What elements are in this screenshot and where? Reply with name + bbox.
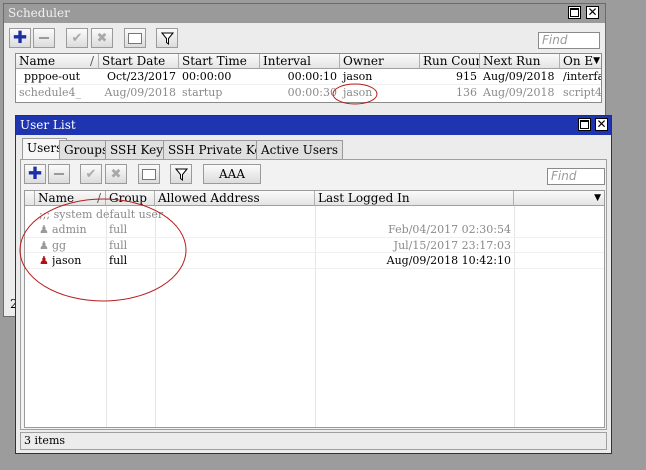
column-header-on-event[interactable]: On E ▼ bbox=[560, 54, 601, 69]
column-header-name[interactable]: Name / bbox=[35, 191, 106, 206]
column-header-allowed-address[interactable]: Allowed Address bbox=[155, 191, 315, 206]
remove-button[interactable] bbox=[33, 28, 55, 48]
column-header-run-count[interactable]: Run Count bbox=[420, 54, 480, 69]
table-row[interactable]: ♟ jason full Aug/09/2018 10:42:10 bbox=[25, 252, 604, 269]
tab-bar: Users Groups SSH Keys SSH Private Keys A… bbox=[22, 138, 607, 159]
chevron-down-icon[interactable]: ▼ bbox=[593, 54, 600, 68]
comment-row: ;;; system default user bbox=[39, 208, 164, 221]
userlist-maximize-icon[interactable] bbox=[578, 118, 591, 131]
table-row[interactable]: ♟ admin full Feb/04/2017 02:30:54 bbox=[25, 222, 604, 237]
scheduler-table: Name / Start Date Start Time Interval Own… bbox=[15, 53, 602, 103]
column-header-owner[interactable]: Owner bbox=[340, 54, 420, 69]
plus-icon: ✚ bbox=[27, 164, 43, 184]
check-icon: ✔ bbox=[85, 166, 97, 182]
userlist-close-icon[interactable]: ✕ bbox=[595, 118, 608, 131]
scheduler-title: Scheduler bbox=[8, 6, 70, 20]
remove-user-button[interactable] bbox=[48, 164, 70, 184]
column-header-group[interactable]: Group bbox=[106, 191, 155, 206]
user-icon: ♟ bbox=[39, 239, 49, 252]
userlist-status-bar: 3 items bbox=[20, 432, 607, 450]
filter-user-button[interactable] bbox=[170, 164, 192, 184]
chevron-down-icon[interactable]: ▼ bbox=[594, 191, 601, 205]
tab-active-users[interactable]: Active Users bbox=[256, 140, 344, 159]
minus-icon bbox=[54, 173, 64, 175]
column-header-select[interactable] bbox=[25, 191, 35, 206]
column-header-last-logged-in[interactable]: Last Logged In bbox=[315, 191, 514, 206]
column-header-start-time[interactable]: Start Time bbox=[179, 54, 260, 69]
user-icon: ♟ bbox=[39, 254, 49, 267]
column-header-filler: ▼ bbox=[514, 191, 604, 206]
filter-icon bbox=[160, 32, 174, 45]
scheduler-close-icon[interactable]: ✕ bbox=[586, 6, 599, 19]
column-header-next-run[interactable]: Next Run bbox=[480, 54, 560, 69]
comment-icon bbox=[142, 168, 156, 180]
x-icon: ✖ bbox=[110, 166, 122, 182]
filter-icon bbox=[174, 168, 188, 181]
comment-user-button[interactable] bbox=[138, 164, 160, 184]
userlist-title: User List bbox=[20, 118, 76, 132]
scheduler-titlebar[interactable]: Scheduler bbox=[4, 4, 605, 23]
disable-user-button[interactable]: ✖ bbox=[105, 164, 127, 184]
user-icon: ♟ bbox=[39, 223, 49, 236]
comment-button[interactable] bbox=[124, 28, 146, 48]
column-header-start-date[interactable]: Start Date bbox=[99, 54, 179, 69]
check-icon: ✔ bbox=[71, 30, 83, 46]
disable-button[interactable]: ✖ bbox=[91, 28, 113, 48]
enable-button[interactable]: ✔ bbox=[66, 28, 88, 48]
column-header-name[interactable]: Name / bbox=[16, 54, 99, 69]
userlist-find-input[interactable]: Find bbox=[547, 168, 605, 185]
column-header-interval[interactable]: Interval bbox=[260, 54, 340, 69]
minus-icon bbox=[39, 37, 49, 39]
scheduler-maximize-icon[interactable] bbox=[568, 6, 581, 19]
users-table: Name / Group Allowed Address Last Logged … bbox=[24, 190, 605, 428]
scheduler-find-input[interactable]: Find bbox=[538, 32, 600, 49]
plus-icon: ✚ bbox=[12, 28, 28, 48]
userlist-titlebar[interactable]: User List bbox=[16, 116, 611, 135]
filter-button[interactable] bbox=[156, 28, 178, 48]
userlist-window: User List ✕ Users Groups SSH Keys SSH Pr… bbox=[15, 115, 612, 454]
add-user-button[interactable]: ✚ bbox=[24, 164, 46, 184]
table-row[interactable]: pppoe-out Oct/23/2017 00:00:00 00:00:10 … bbox=[16, 69, 601, 84]
users-panel: ✚ ✔ ✖ AAA Find Name / Group Allowed Addre… bbox=[20, 159, 607, 430]
table-row[interactable]: schedule4_ Aug/09/2018 startup 00:00:30 … bbox=[16, 84, 601, 100]
comment-icon bbox=[128, 32, 142, 44]
x-icon: ✖ bbox=[96, 30, 108, 46]
add-button[interactable]: ✚ bbox=[9, 28, 31, 48]
aaa-button[interactable]: AAA bbox=[203, 164, 261, 184]
enable-user-button[interactable]: ✔ bbox=[80, 164, 102, 184]
table-row[interactable]: ♟ gg full Jul/15/2017 23:17:03 bbox=[25, 237, 604, 253]
